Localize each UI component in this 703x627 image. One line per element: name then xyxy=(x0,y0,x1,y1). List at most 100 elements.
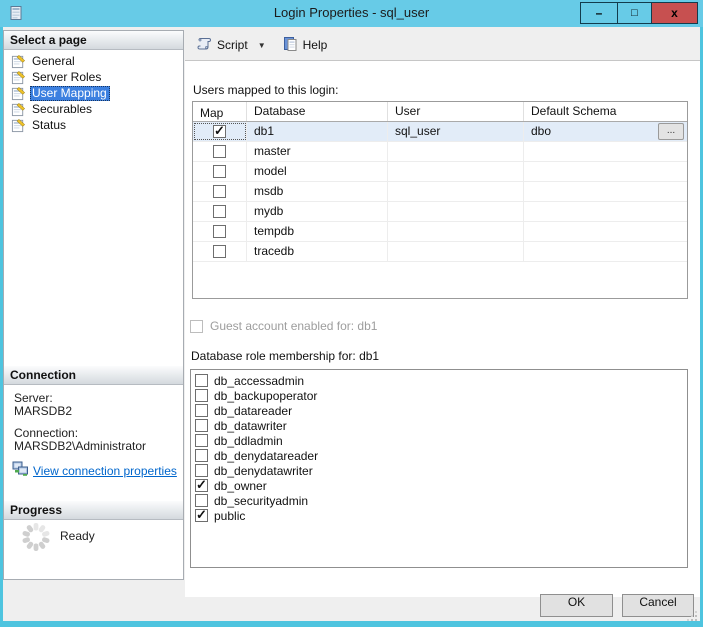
role-item-db_denydatawriter[interactable]: db_denydatawriter xyxy=(194,463,687,478)
main-content: Users mapped to this login: Map Database… xyxy=(185,61,700,597)
maximize-button[interactable]: □ xyxy=(618,2,652,24)
role-label: db_datawriter xyxy=(214,418,287,433)
progress-spinner-icon xyxy=(20,521,52,553)
default-schema-cell xyxy=(524,182,687,201)
role-checkbox[interactable] xyxy=(195,449,208,462)
map-checkbox[interactable] xyxy=(213,225,226,238)
users-table-row[interactable]: mydb xyxy=(193,202,687,222)
role-label: db_datareader xyxy=(214,403,293,418)
role-item-db_ddladmin[interactable]: db_ddladmin xyxy=(194,433,687,448)
users-table-row[interactable]: tempdb xyxy=(193,222,687,242)
role-item-db_denydatareader[interactable]: db_denydatareader xyxy=(194,448,687,463)
role-checkbox[interactable] xyxy=(195,419,208,432)
ok-button[interactable]: OK xyxy=(540,594,613,617)
users-mapped-table: Map Database User Default Schema db1sql_… xyxy=(192,101,688,299)
role-item-db_datareader[interactable]: db_datareader xyxy=(194,403,687,418)
page-icon xyxy=(11,54,26,69)
help-button[interactable]: Help xyxy=(278,33,332,58)
column-header-database[interactable]: Database xyxy=(247,102,388,121)
cancel-button[interactable]: Cancel xyxy=(622,594,694,617)
users-table-row[interactable]: msdb xyxy=(193,182,687,202)
role-checkbox[interactable] xyxy=(195,494,208,507)
role-checkbox[interactable] xyxy=(195,389,208,402)
script-button-label: Script xyxy=(217,38,248,52)
sidebar-item-user-mapping[interactable]: User Mapping xyxy=(4,85,183,101)
sidebar-item-label: Securables xyxy=(32,101,93,116)
role-checkbox[interactable] xyxy=(195,464,208,477)
sidebar-item-status[interactable]: Status xyxy=(4,117,183,133)
resize-grip[interactable] xyxy=(687,609,698,621)
map-checkbox[interactable] xyxy=(213,205,226,218)
user-cell xyxy=(388,242,524,261)
map-checkbox[interactable] xyxy=(213,165,226,178)
user-cell xyxy=(388,202,524,221)
column-header-map[interactable]: Map xyxy=(193,102,247,121)
guest-account-label: Guest account enabled for: db1 xyxy=(210,319,378,333)
role-label: db_backupoperator xyxy=(214,388,318,403)
database-cell: tempdb xyxy=(247,222,388,241)
role-checkbox[interactable] xyxy=(195,478,208,492)
browse-schema-button[interactable]: ... xyxy=(658,123,684,140)
server-label: Server: xyxy=(14,391,53,405)
role-membership-list: db_accessadmin db_backupoperator db_datare… xyxy=(190,369,688,568)
role-item-db_securityadmin[interactable]: db_securityadmin xyxy=(194,493,687,508)
role-checkbox[interactable] xyxy=(195,374,208,387)
role-item-public[interactable]: public xyxy=(194,508,687,523)
script-icon xyxy=(196,36,212,55)
user-cell xyxy=(388,222,524,241)
sidebar-item-label: User Mapping xyxy=(30,85,110,101)
help-icon xyxy=(282,36,298,55)
page-icon xyxy=(11,86,26,101)
map-checkbox[interactable] xyxy=(213,124,226,138)
role-label: db_denydatareader xyxy=(214,448,319,463)
map-cell xyxy=(193,202,247,221)
role-label: db_accessadmin xyxy=(214,373,305,388)
map-cell xyxy=(193,162,247,181)
sidebar-item-server-roles[interactable]: Server Roles xyxy=(4,69,183,85)
users-mapped-label: Users mapped to this login: xyxy=(193,83,339,97)
column-header-user[interactable]: User xyxy=(388,102,524,121)
window-controls: – □ x xyxy=(580,2,698,24)
role-label: public xyxy=(214,508,246,523)
user-cell xyxy=(388,142,524,161)
page-icon xyxy=(11,118,26,133)
database-cell: mydb xyxy=(247,202,388,221)
sidebar-item-label: General xyxy=(32,53,75,68)
role-item-db_backupoperator[interactable]: db_backupoperator xyxy=(194,388,687,403)
role-item-db_accessadmin[interactable]: db_accessadmin xyxy=(194,373,687,388)
close-button[interactable]: x xyxy=(652,2,698,24)
users-table-row[interactable]: db1sql_userdbo... xyxy=(193,122,687,142)
users-table-row[interactable]: tracedb xyxy=(193,242,687,262)
minimize-button[interactable]: – xyxy=(580,2,618,24)
users-table-header: Map Database User Default Schema xyxy=(193,102,687,122)
map-cell xyxy=(193,142,247,161)
role-checkbox[interactable] xyxy=(195,434,208,447)
server-value: MARSDB2 xyxy=(14,404,73,418)
user-cell xyxy=(388,182,524,201)
column-header-default-schema[interactable]: Default Schema xyxy=(524,102,687,121)
users-table-row[interactable]: master xyxy=(193,142,687,162)
sidebar-item-securables[interactable]: Securables xyxy=(4,101,183,117)
sidebar-item-general[interactable]: General xyxy=(4,53,183,69)
role-checkbox[interactable] xyxy=(195,404,208,417)
role-item-db_owner[interactable]: db_owner xyxy=(194,478,687,493)
role-item-db_datawriter[interactable]: db_datawriter xyxy=(194,418,687,433)
map-checkbox[interactable] xyxy=(213,245,226,258)
page-icon xyxy=(11,70,26,85)
users-table-row[interactable]: model xyxy=(193,162,687,182)
map-cell xyxy=(193,242,247,261)
view-connection-properties-link[interactable]: View connection properties xyxy=(33,464,177,478)
role-checkbox[interactable] xyxy=(195,508,208,522)
script-dropdown-arrow[interactable]: ▼ xyxy=(252,38,272,53)
page-icon xyxy=(11,102,26,117)
login-properties-window: Login Properties - sql_user – □ x Select… xyxy=(0,0,703,627)
role-membership-label: Database role membership for: db1 xyxy=(191,349,380,363)
select-a-page-header: Select a page xyxy=(4,31,183,50)
role-label: db_denydatawriter xyxy=(214,463,313,478)
progress-status: Ready xyxy=(60,529,95,543)
map-checkbox[interactable] xyxy=(213,145,226,158)
script-button[interactable]: Script xyxy=(192,33,252,58)
map-checkbox[interactable] xyxy=(213,185,226,198)
sidebar-item-label: Status xyxy=(32,117,67,132)
default-schema-cell xyxy=(524,142,687,161)
